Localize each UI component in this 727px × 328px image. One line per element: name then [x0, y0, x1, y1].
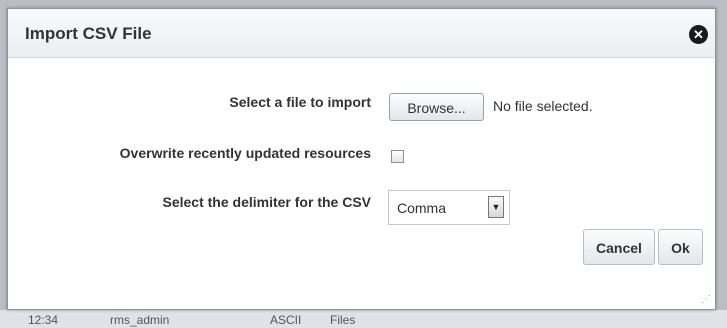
dialog-title: Import CSV File [25, 24, 152, 43]
chevron-down-icon[interactable]: ▼ [488, 196, 504, 218]
resize-grip-icon[interactable]: ⋰ [701, 294, 711, 305]
delimiter-select[interactable]: Comma ▼ [388, 190, 510, 225]
delimiter-value: Comma [397, 200, 447, 216]
background-cell: rms_admin [110, 313, 170, 327]
file-status: No file selected. [493, 98, 593, 114]
cancel-button[interactable]: Cancel [583, 229, 655, 265]
delimiter-label: Select the delimiter for the CSV [162, 194, 372, 210]
dialog-titlebar: Import CSV File ✕ [8, 9, 715, 58]
background-table-row: 12:34 rms_admin ASCII Files [0, 310, 727, 328]
import-csv-dialog: Import CSV File ✕ Select a file to impor… [7, 8, 716, 310]
background-cell: Files [330, 313, 356, 327]
background-cell: 12:34 [28, 313, 59, 327]
background-cell: ASCII [270, 313, 302, 327]
overwrite-checkbox[interactable] [391, 150, 404, 163]
file-label: Select a file to import [229, 94, 371, 110]
ok-button[interactable]: Ok [658, 229, 703, 265]
overwrite-label: Overwrite recently updated resources [119, 145, 371, 161]
close-icon[interactable]: ✕ [689, 25, 708, 44]
browse-button[interactable]: Browse... [389, 93, 484, 121]
